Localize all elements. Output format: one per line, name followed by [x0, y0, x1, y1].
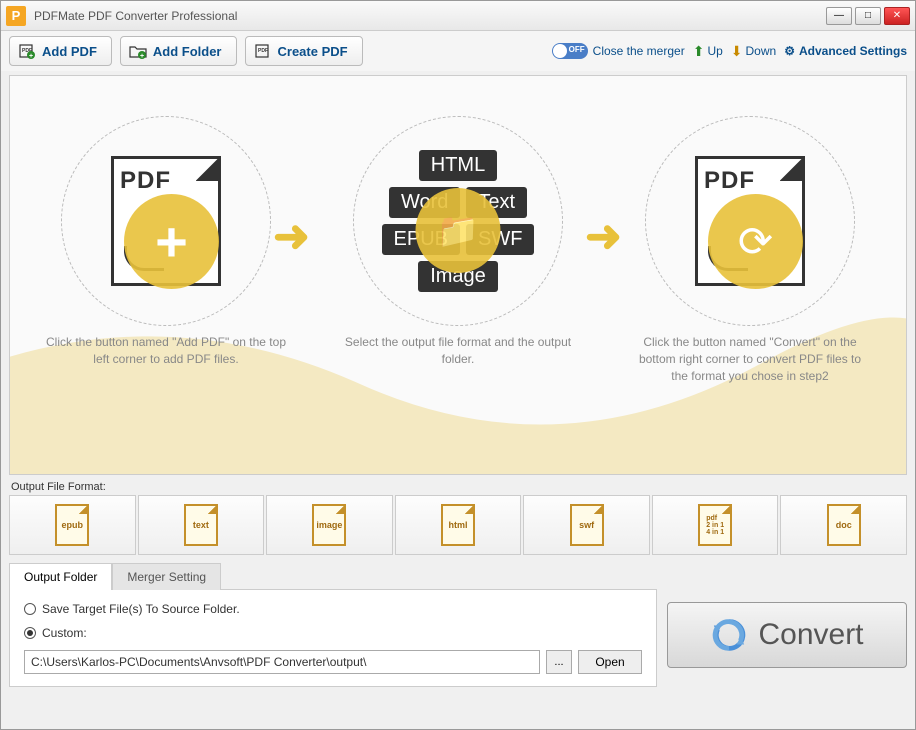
step-3: PDF ⟳ Click the button named "Convert" o…: [615, 116, 885, 384]
output-path-input[interactable]: [24, 650, 540, 674]
move-up-button[interactable]: ⬆ Up: [693, 43, 723, 60]
advanced-label: Advanced Settings: [799, 44, 907, 58]
arrow-right-icon: ➜: [585, 211, 622, 262]
close-merger-label: Close the merger: [593, 44, 685, 58]
radio-icon: [24, 603, 36, 615]
radio-custom[interactable]: Custom:: [24, 626, 642, 640]
create-pdf-label: Create PDF: [278, 44, 348, 59]
app-title: PDFMate PDF Converter Professional: [34, 9, 826, 23]
folder-circle-icon: 📁: [416, 188, 501, 273]
maximize-button[interactable]: □: [855, 7, 881, 25]
tab-output-folder[interactable]: Output Folder: [9, 563, 112, 590]
add-pdf-button[interactable]: PDF+ Add PDF: [9, 36, 112, 66]
add-pdf-label: Add PDF: [42, 44, 97, 59]
minimize-button[interactable]: —: [826, 7, 852, 25]
folder-plus-icon: +: [129, 43, 147, 59]
up-label: Up: [707, 44, 722, 58]
step-2-caption: Select the output file format and the ou…: [338, 334, 578, 368]
step-1: PDF + Click the button named "Add PDF" o…: [31, 116, 301, 368]
step-1-caption: Click the button named "Add PDF" on the …: [46, 334, 286, 368]
convert-button[interactable]: Convert: [667, 602, 907, 668]
tab-merger-setting[interactable]: Merger Setting: [112, 563, 221, 590]
custom-label: Custom:: [42, 626, 87, 640]
open-folder-button[interactable]: Open: [578, 650, 642, 674]
convert-label: Convert: [758, 618, 863, 652]
pdf-convert-icon: PDF ⟳: [695, 156, 805, 286]
format-option-epub[interactable]: epub: [9, 495, 136, 555]
svg-text:PDF: PDF: [258, 48, 268, 54]
titlebar: P PDFMate PDF Converter Professional — □…: [1, 1, 915, 31]
toolbar: PDF+ Add PDF + Add Folder PDF Create PDF…: [1, 31, 915, 71]
pdf-file-icon: PDF +: [111, 156, 221, 286]
output-format-label: Output File Format:: [11, 481, 915, 493]
svg-text:+: +: [29, 53, 33, 59]
down-label: Down: [746, 44, 777, 58]
arrow-right-icon: ➜: [273, 211, 310, 262]
plus-circle-icon: +: [124, 194, 219, 289]
format-option-text[interactable]: text: [138, 495, 265, 555]
create-pdf-button[interactable]: PDF Create PDF: [245, 36, 363, 66]
step-3-caption: Click the button named "Convert" on the …: [630, 334, 870, 384]
pdf-plus-icon: PDF+: [18, 43, 36, 59]
add-folder-label: Add Folder: [153, 44, 222, 59]
format-option-pdf[interactable]: pdf 2 in 1 4 in 1: [652, 495, 779, 555]
format-selector: epub text image html swf pdf 2 in 1 4 in…: [9, 495, 907, 555]
app-logo-icon: P: [6, 6, 26, 26]
format-html: HTML: [419, 150, 497, 181]
instruction-canvas: PDF + Click the button named "Add PDF" o…: [9, 75, 907, 475]
convert-spin-icon: [710, 616, 748, 654]
pdf-create-icon: PDF: [254, 43, 272, 59]
add-folder-button[interactable]: + Add Folder: [120, 36, 237, 66]
format-option-swf[interactable]: swf: [523, 495, 650, 555]
format-option-doc[interactable]: doc: [780, 495, 907, 555]
browse-button[interactable]: ...: [546, 650, 572, 674]
radio-save-to-source[interactable]: Save Target File(s) To Source Folder.: [24, 602, 642, 616]
refresh-circle-icon: ⟳: [708, 194, 803, 289]
arrow-up-icon: ⬆: [693, 43, 705, 60]
format-option-html[interactable]: html: [395, 495, 522, 555]
move-down-button[interactable]: ⬇ Down: [731, 43, 776, 60]
arrow-down-icon: ⬇: [731, 43, 743, 60]
format-option-image[interactable]: image: [266, 495, 393, 555]
save-source-label: Save Target File(s) To Source Folder.: [42, 602, 240, 616]
advanced-settings-button[interactable]: ⚙ Advanced Settings: [784, 44, 907, 58]
radio-icon: [24, 627, 36, 639]
gear-icon: ⚙: [784, 44, 795, 58]
close-button[interactable]: ✕: [884, 7, 910, 25]
step-2: HTML Word Text EPUB SWF Image 📁 Select t…: [323, 116, 593, 368]
toggle-switch-icon: OFF: [552, 43, 588, 59]
output-folder-panel: Save Target File(s) To Source Folder. Cu…: [9, 589, 657, 687]
svg-text:+: +: [140, 53, 144, 59]
close-merger-toggle[interactable]: OFF Close the merger: [552, 43, 685, 59]
